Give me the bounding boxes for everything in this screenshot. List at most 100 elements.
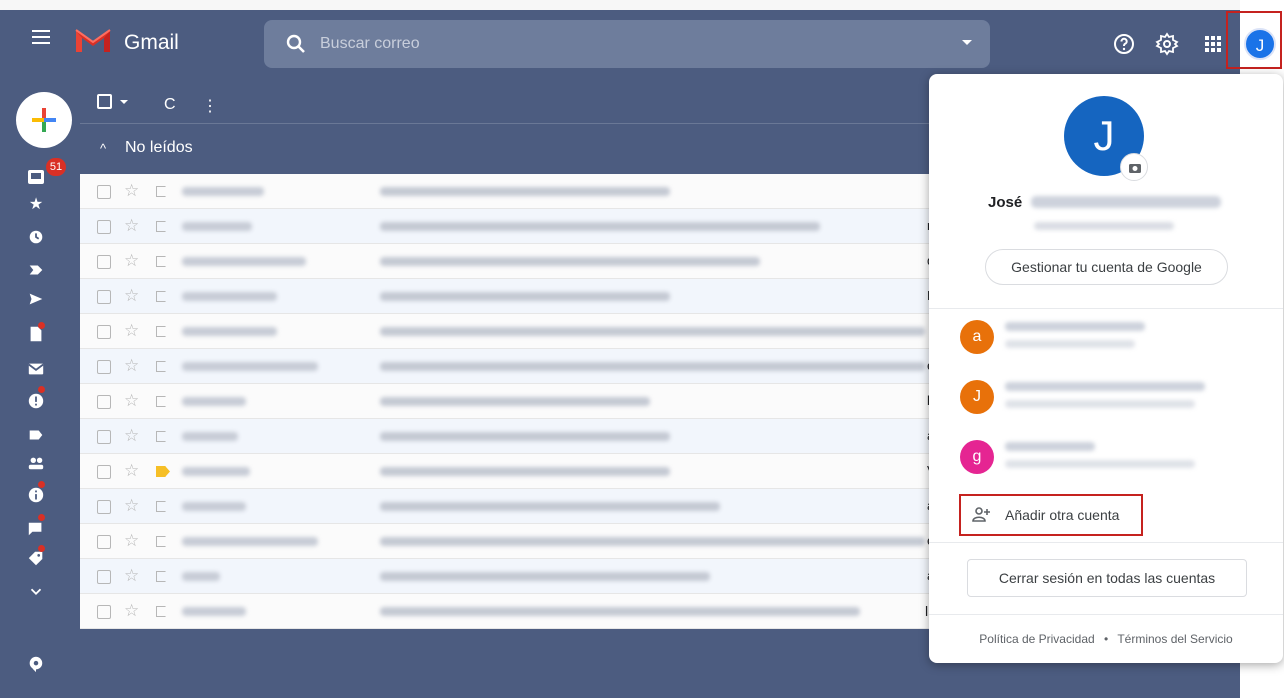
updates-info-icon[interactable]: [26, 486, 46, 506]
importance-marker-icon[interactable]: [156, 186, 170, 197]
more-chevron-down-icon[interactable]: [26, 582, 46, 602]
forums-chat-icon[interactable]: [26, 520, 46, 540]
star-icon[interactable]: ☆: [124, 531, 139, 551]
blurred-account-name: [1005, 442, 1095, 451]
account-item[interactable]: J: [960, 380, 1280, 428]
privacy-policy-link[interactable]: Política de Privacidad: [979, 632, 1094, 646]
blurred-sender: [182, 187, 264, 196]
inbox-icon[interactable]: [26, 167, 46, 187]
change-photo-camera-icon[interactable]: [1120, 153, 1148, 181]
row-checkbox[interactable]: [97, 325, 111, 339]
account-item[interactable]: a: [960, 320, 1280, 368]
more-options-icon[interactable]: ⋮: [202, 96, 218, 116]
search-icon[interactable]: [284, 32, 308, 56]
importance-marker-icon[interactable]: [156, 326, 170, 337]
account-item[interactable]: g: [960, 440, 1280, 488]
hangouts-icon[interactable]: [26, 655, 46, 675]
snoozed-clock-icon[interactable]: [26, 228, 46, 248]
blurred-subject: [380, 397, 650, 406]
collapse-chevron-icon[interactable]: ^: [100, 141, 106, 156]
blurred-sender: [182, 432, 238, 441]
row-checkbox[interactable]: [97, 535, 111, 549]
starred-icon[interactable]: ★: [26, 194, 46, 214]
blurred-sender: [182, 572, 220, 581]
row-checkbox[interactable]: [97, 185, 111, 199]
forums-notification-dot: [38, 514, 45, 521]
star-icon[interactable]: ☆: [124, 321, 139, 341]
row-checkbox[interactable]: [97, 290, 111, 304]
help-icon[interactable]: [1112, 32, 1136, 56]
spam-notification-dot: [38, 386, 45, 393]
star-icon[interactable]: ☆: [124, 601, 139, 621]
star-icon[interactable]: ☆: [124, 426, 139, 446]
settings-gear-icon[interactable]: [1155, 32, 1179, 56]
account-avatar: a: [960, 320, 994, 354]
blurred-sender: [182, 292, 277, 301]
importance-marker-icon[interactable]: [156, 361, 170, 372]
blurred-name: [1031, 196, 1221, 208]
unread-count-badge: 51: [46, 158, 66, 176]
avatar-highlight-box: [1226, 11, 1282, 69]
divider: [929, 542, 1283, 543]
star-icon[interactable]: ☆: [124, 216, 139, 236]
star-icon[interactable]: ☆: [124, 181, 139, 201]
row-checkbox[interactable]: [97, 255, 111, 269]
star-icon[interactable]: ☆: [124, 496, 139, 516]
select-all-checkbox[interactable]: [97, 94, 112, 109]
importance-marker-icon[interactable]: [156, 221, 170, 232]
main-menu-button[interactable]: [32, 30, 50, 44]
blurred-account-email: [1005, 340, 1135, 348]
sent-icon[interactable]: [26, 290, 46, 310]
row-checkbox[interactable]: [97, 465, 111, 479]
search-options-chevron-down-icon[interactable]: [962, 40, 972, 45]
compose-button[interactable]: [16, 92, 72, 148]
manage-google-account-button[interactable]: Gestionar tu cuenta de Google: [985, 249, 1228, 285]
importance-marker-icon[interactable]: [156, 501, 170, 512]
select-chevron-down-icon[interactable]: [120, 100, 128, 104]
importance-marker-icon[interactable]: [156, 256, 170, 267]
search-bar[interactable]: [264, 20, 990, 68]
row-checkbox[interactable]: [97, 395, 111, 409]
refresh-icon[interactable]: C: [164, 96, 176, 114]
row-checkbox[interactable]: [97, 570, 111, 584]
star-icon[interactable]: ☆: [124, 391, 139, 411]
importance-marker-icon[interactable]: [156, 606, 170, 617]
blurred-sender: [182, 607, 246, 616]
blurred-sender: [182, 362, 318, 371]
blurred-subject: [380, 502, 720, 511]
row-checkbox[interactable]: [97, 605, 111, 619]
row-checkbox[interactable]: [97, 220, 111, 234]
importance-marker-icon[interactable]: [156, 536, 170, 547]
drafts-notification-dot: [38, 322, 45, 329]
sign-out-all-button[interactable]: Cerrar sesión en todas las cuentas: [967, 559, 1247, 597]
blurred-subject: [380, 292, 670, 301]
star-icon[interactable]: ☆: [124, 251, 139, 271]
search-input[interactable]: [320, 32, 920, 56]
row-checkbox[interactable]: [97, 500, 111, 514]
terms-of-service-link[interactable]: Términos del Servicio: [1117, 632, 1232, 646]
account-avatar: J: [960, 380, 994, 414]
importance-marker-icon[interactable]: [156, 571, 170, 582]
star-icon[interactable]: ☆: [124, 356, 139, 376]
row-checkbox[interactable]: [97, 360, 111, 374]
label-icon[interactable]: [26, 426, 46, 446]
all-mail-icon[interactable]: [26, 360, 46, 380]
blurred-sender: [182, 502, 246, 511]
spam-icon[interactable]: [26, 392, 46, 412]
account-name: José: [988, 194, 1023, 211]
row-checkbox[interactable]: [97, 430, 111, 444]
importance-marker-icon[interactable]: [156, 431, 170, 442]
star-icon[interactable]: ☆: [124, 566, 139, 586]
important-icon[interactable]: [26, 261, 46, 281]
blurred-sender: [182, 467, 250, 476]
blurred-account-email: [1005, 460, 1195, 468]
star-icon[interactable]: ☆: [124, 461, 139, 481]
importance-marker-icon[interactable]: [156, 396, 170, 407]
star-icon[interactable]: ☆: [124, 286, 139, 306]
divider: [929, 308, 1283, 309]
importance-marker-icon[interactable]: [156, 466, 170, 477]
importance-marker-icon[interactable]: [156, 291, 170, 302]
promotions-tag-icon[interactable]: [26, 550, 46, 570]
social-people-icon[interactable]: [26, 454, 46, 474]
apps-grid-icon[interactable]: [1201, 32, 1225, 56]
